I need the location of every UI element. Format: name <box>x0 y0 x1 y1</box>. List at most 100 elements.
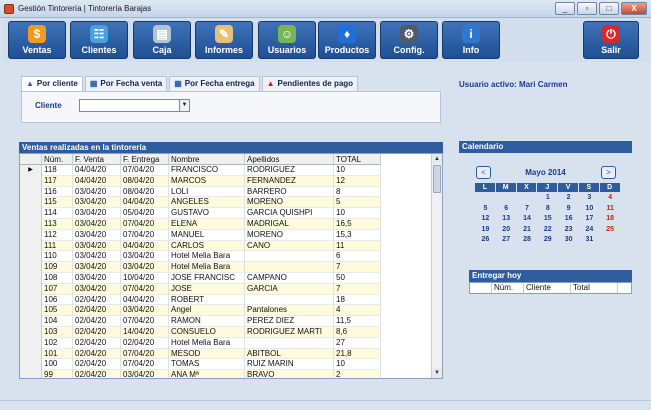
calendar-day[interactable]: 7 <box>517 204 538 215</box>
table-row[interactable]: 106 02/04/20 04/04/20 ROBERT 18 <box>20 294 381 306</box>
calendar-day[interactable]: 13 <box>496 214 517 225</box>
minimize-button[interactable]: _ <box>555 2 575 15</box>
calendar-day[interactable]: 27 <box>496 235 517 246</box>
calendar-day[interactable]: 10 <box>579 204 600 215</box>
config-button[interactable]: ⚙ Config. <box>380 21 438 59</box>
chevron-down-icon[interactable]: ▼ <box>179 100 189 111</box>
calendar-day[interactable]: 20 <box>496 225 517 236</box>
table-row[interactable]: 109 03/04/20 03/04/20 Hotel Melia Bara 7 <box>20 262 381 273</box>
calendar-day[interactable]: 9 <box>558 204 579 215</box>
table-row[interactable]: 113 03/04/20 07/04/20 ELENA MADRIGAL 16,5 <box>20 218 381 230</box>
row-header[interactable] <box>20 240 42 252</box>
table-row[interactable]: 105 02/04/20 03/04/20 Angel Pantalones 4 <box>20 305 381 317</box>
row-header[interactable] <box>20 326 42 338</box>
table-row[interactable]: 117 04/04/20 08/04/20 MARCOS FERNANDEZ 12 <box>20 175 381 187</box>
calendar-day[interactable]: 5 <box>475 204 496 215</box>
row-header[interactable] <box>20 359 42 371</box>
scroll-thumb[interactable] <box>433 165 441 193</box>
column-header[interactable]: Núm. <box>492 283 524 293</box>
row-header[interactable]: ▶ <box>20 165 42 176</box>
row-header[interactable] <box>20 262 42 273</box>
row-header[interactable] <box>20 197 42 209</box>
table-row[interactable]: 101 02/04/20 07/04/20 MESOD ABITBOL 21,8 <box>20 348 381 360</box>
table-row[interactable]: 108 03/04/20 10/04/20 JOSE FRANCISC CAMPANO 5… <box>20 272 381 284</box>
row-header[interactable] <box>20 337 42 349</box>
calendar-day[interactable]: 29 <box>537 235 558 246</box>
caja-button[interactable]: ▤ Caja <box>133 21 191 59</box>
usuarios-button[interactable]: ☺ Usuarios <box>258 21 316 59</box>
row-header[interactable] <box>20 229 42 241</box>
column-header[interactable]: Cliente <box>524 283 571 293</box>
column-header[interactable]: Núm. <box>42 154 73 165</box>
calendar-day[interactable]: 6 <box>496 204 517 215</box>
table-row[interactable]: 100 02/04/20 07/04/20 TOMAS RUIZ MARIN 10 <box>20 359 381 371</box>
column-header[interactable]: F. Entrega <box>121 154 169 165</box>
table-row[interactable]: 107 03/04/20 07/04/20 JOSE GARCIA 7 <box>20 283 381 295</box>
clientes-button[interactable]: ☷ Clientes <box>70 21 128 59</box>
informes-button[interactable]: ✎ Informes <box>195 21 253 59</box>
calendar-day[interactable]: 23 <box>558 225 579 236</box>
row-header[interactable] <box>20 186 42 198</box>
info-button[interactable]: i Info <box>442 21 500 59</box>
column-header[interactable]: Apellidos <box>245 154 334 165</box>
row-header[interactable] <box>20 175 42 187</box>
row-header[interactable] <box>20 272 42 284</box>
calendar-day[interactable]: 11 <box>600 204 621 215</box>
calendar-day[interactable]: 30 <box>558 235 579 246</box>
table-row[interactable]: 103 02/04/20 14/04/20 CONSUELO RODRIGUEZ MAR… <box>20 326 381 338</box>
calendar-day[interactable]: 1 <box>537 193 558 204</box>
tab-pendientes-de-pago[interactable]: ▲ Pendientes de pago <box>261 76 359 91</box>
tab-por-cliente[interactable]: ▲ Por cliente <box>21 76 83 91</box>
row-header[interactable] <box>20 208 42 219</box>
cliente-combobox[interactable]: ▼ <box>79 99 190 112</box>
calendar-day[interactable]: 19 <box>475 225 496 236</box>
calendar-day[interactable]: 14 <box>517 214 538 225</box>
calendar-day[interactable]: 3 <box>579 193 600 204</box>
calendar-day[interactable]: 16 <box>558 214 579 225</box>
calendar-day[interactable]: 17 <box>579 214 600 225</box>
row-header[interactable] <box>20 305 42 317</box>
table-row[interactable]: ▶ 118 04/04/20 07/04/20 FRANCISCO RODRIGUEZ 10 <box>20 165 381 176</box>
column-header[interactable]: F. Venta <box>73 154 121 165</box>
column-header[interactable]: Total <box>571 283 618 293</box>
calendar-day[interactable]: 8 <box>537 204 558 215</box>
close-window-button[interactable]: X <box>621 2 647 15</box>
maximize-button[interactable]: □ <box>599 2 619 15</box>
table-row[interactable]: 102 02/04/20 02/04/20 Hotel Melia Bara 27 <box>20 337 381 349</box>
table-row[interactable]: 99 02/04/20 03/04/20 ANA Mª BRAVO 2 <box>20 370 381 378</box>
ventas-button[interactable]: $ Ventas <box>8 21 66 59</box>
row-header[interactable] <box>20 348 42 360</box>
productos-button[interactable]: ♦ Productos <box>318 21 376 59</box>
calendar-day[interactable]: 26 <box>475 235 496 246</box>
table-row[interactable]: 115 03/04/20 04/04/20 ANGELES MORENO 5 <box>20 197 381 209</box>
table-row[interactable]: 104 02/04/20 07/04/20 RAMON PEREZ DIEZ 11,5 <box>20 316 381 327</box>
table-row[interactable]: 114 03/04/20 05/04/20 GUSTAVO GARCIA QUISHPI… <box>20 208 381 219</box>
calendar-day[interactable]: 25 <box>600 225 621 236</box>
calendar-day[interactable]: 18 <box>600 214 621 225</box>
row-header[interactable] <box>20 316 42 327</box>
calendar-day[interactable]: 15 <box>537 214 558 225</box>
calendar-day[interactable]: 28 <box>517 235 538 246</box>
salir-button[interactable]: ⏻ Salir <box>583 21 639 59</box>
column-header[interactable]: TOTAL <box>334 154 381 165</box>
tab-por-fecha-entrega[interactable]: ▦ Por Fecha entrega <box>169 76 260 91</box>
row-header[interactable] <box>20 218 42 230</box>
column-header[interactable]: Nombre <box>169 154 245 165</box>
calendar-day[interactable]: 2 <box>558 193 579 204</box>
scroll-down-icon[interactable]: ▼ <box>432 368 442 378</box>
table-row[interactable]: 110 03/04/20 03/04/20 Hotel Melia Bara 6 <box>20 251 381 263</box>
calendar-next-button[interactable]: > <box>601 166 616 179</box>
tab-por-fecha-venta[interactable]: ▦ Por Fecha venta <box>84 76 168 91</box>
calendar-day[interactable]: 21 <box>517 225 538 236</box>
scroll-up-icon[interactable]: ▲ <box>432 154 442 164</box>
calendar-day[interactable]: 24 <box>579 225 600 236</box>
row-header[interactable] <box>20 251 42 263</box>
calendar-day[interactable]: 31 <box>579 235 600 246</box>
table-row[interactable]: 116 03/04/20 08/04/20 LOLI BARRERO 8 <box>20 186 381 198</box>
calendar-day[interactable]: 4 <box>600 193 621 204</box>
row-header[interactable] <box>20 370 42 378</box>
calendar-day[interactable]: 22 <box>537 225 558 236</box>
sales-grid-scrollbar[interactable]: ▲ ▼ <box>431 154 442 378</box>
table-row[interactable]: 112 03/04/20 07/04/20 MANUEL MORENO 15,3 <box>20 229 381 241</box>
row-header[interactable] <box>20 283 42 295</box>
